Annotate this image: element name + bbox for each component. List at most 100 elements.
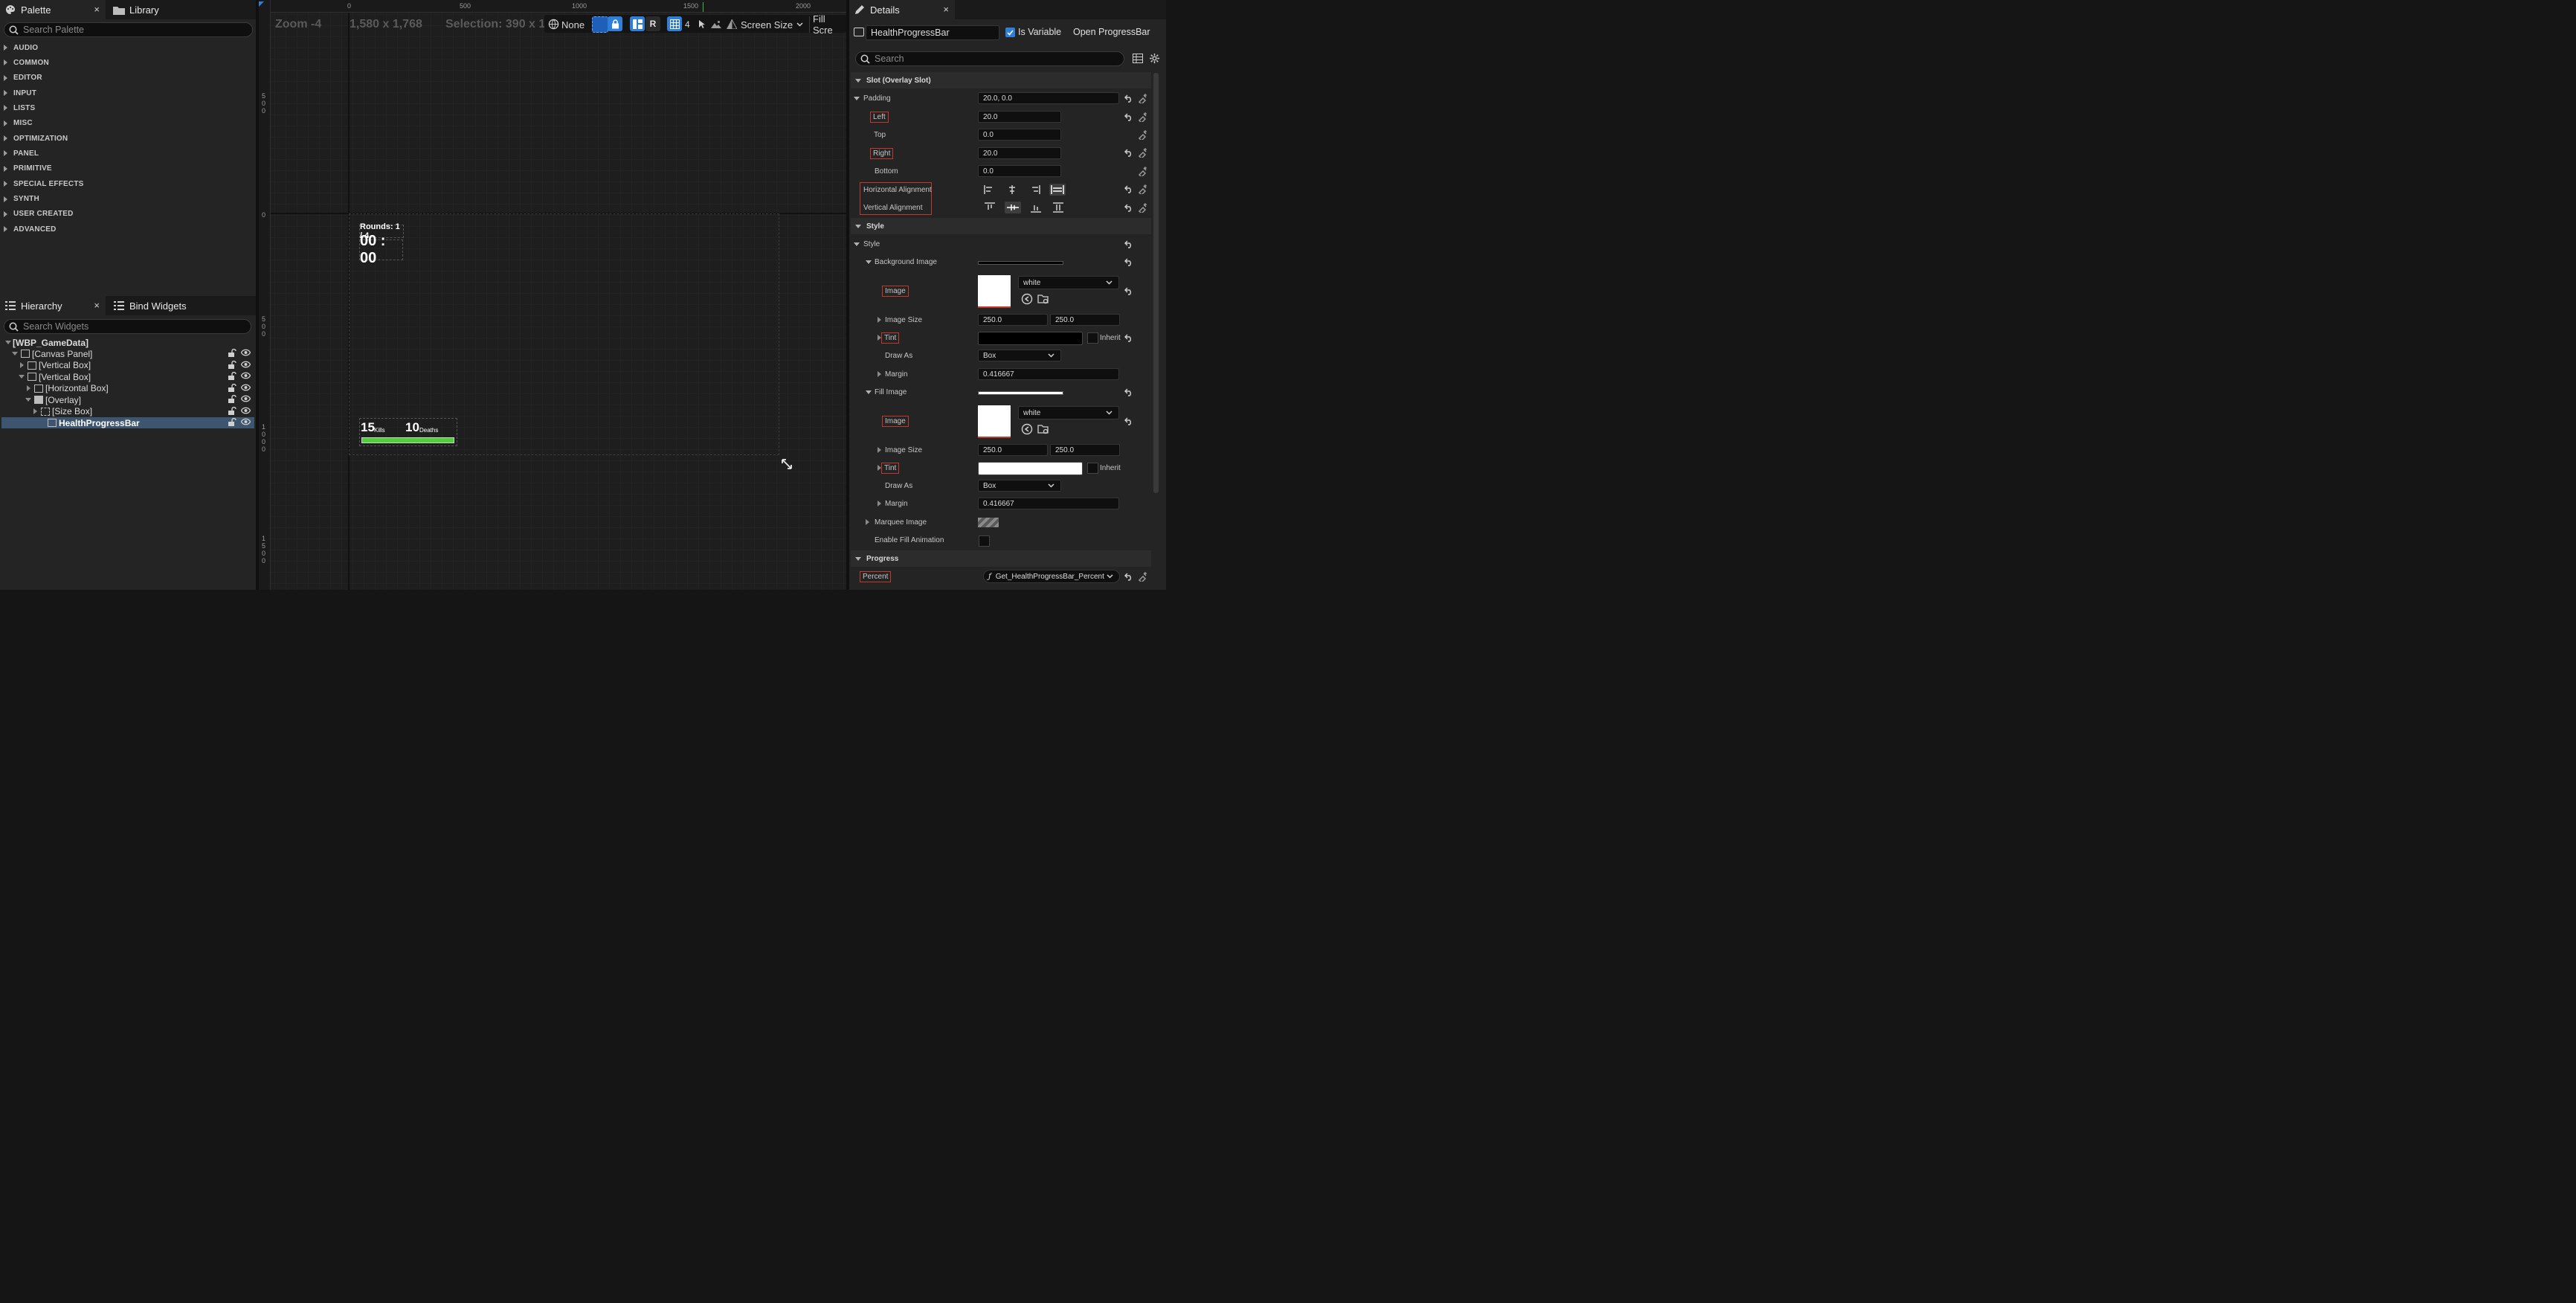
add-keyframe-icon[interactable] xyxy=(1138,184,1147,194)
palette-category[interactable]: INPUT xyxy=(0,86,256,100)
screen-size-dropdown[interactable]: Screen Size xyxy=(741,16,803,33)
bottom-field[interactable]: 0.0 xyxy=(978,165,1061,177)
bg-image-size-x[interactable]: 250.0 xyxy=(978,314,1048,326)
image-icon[interactable] xyxy=(709,16,724,31)
hierarchy-item[interactable]: [Overlay] xyxy=(24,394,255,405)
browse-asset-icon[interactable] xyxy=(1037,423,1049,435)
unlock-icon[interactable] xyxy=(228,372,236,381)
chevron-right-icon[interactable] xyxy=(24,385,33,392)
add-keyframe-icon[interactable] xyxy=(1138,167,1147,176)
designer-viewport[interactable]: 0 500 1000 1500 2000 500 0 500 1000 1500 Zoom -4… xyxy=(259,0,846,590)
align-right-icon[interactable] xyxy=(1027,184,1042,196)
reset-to-default-icon[interactable] xyxy=(1124,287,1133,295)
open-progressbar-link[interactable]: Open ProgressBar xyxy=(1073,27,1150,37)
gear-icon[interactable] xyxy=(1149,53,1160,66)
cursor-icon[interactable] xyxy=(695,16,709,31)
percent-binding-dropdown[interactable]: ƒ Get_HealthProgressBar_Percent xyxy=(983,570,1120,583)
details-search-input[interactable]: Search xyxy=(855,51,1124,66)
left-field[interactable]: 20.0 xyxy=(978,111,1061,123)
hierarchy-item[interactable]: [Vertical Box] xyxy=(17,360,255,371)
add-keyframe-icon[interactable] xyxy=(1138,130,1147,140)
chevron-down-icon[interactable] xyxy=(17,375,26,379)
unlock-icon[interactable] xyxy=(228,349,236,358)
eye-icon[interactable] xyxy=(241,407,251,414)
use-selected-icon[interactable] xyxy=(1021,293,1033,305)
fill-image-size-x[interactable]: 250.0 xyxy=(978,444,1048,456)
contrast-icon[interactable] xyxy=(724,16,739,31)
hierarchy-item[interactable]: HealthProgressBar xyxy=(37,417,255,428)
palette-category[interactable]: LISTS xyxy=(0,100,256,115)
reset-to-default-icon[interactable] xyxy=(1124,417,1133,425)
bg-margin-field[interactable]: 0.416667 xyxy=(978,368,1119,380)
palette-category[interactable]: MISC xyxy=(0,116,256,131)
browse-asset-icon[interactable] xyxy=(1037,293,1049,305)
hierarchy-item[interactable]: [Canvas Panel] xyxy=(10,348,255,359)
fill-draw-as-dropdown[interactable]: Box xyxy=(978,480,1061,492)
reset-to-default-icon[interactable] xyxy=(1124,113,1133,121)
reset-to-default-icon[interactable] xyxy=(1124,573,1133,581)
details-scrollbar[interactable] xyxy=(1153,73,1159,493)
bg-image-thumbnail[interactable] xyxy=(978,275,1011,308)
tab-bind-widgets[interactable]: Bind Widgets xyxy=(109,296,220,315)
unlock-icon[interactable] xyxy=(228,418,236,427)
use-selected-icon[interactable] xyxy=(1021,423,1033,435)
dashed-outline-icon[interactable] xyxy=(592,16,608,33)
is-variable-checkbox[interactable] xyxy=(1005,28,1015,37)
globe-icon[interactable] xyxy=(546,16,561,31)
hierarchy-item[interactable]: [Vertical Box] xyxy=(17,371,255,382)
tab-palette[interactable]: Palette × xyxy=(0,0,106,19)
palette-category[interactable]: OPTIMIZATION xyxy=(0,131,256,146)
eye-icon[interactable] xyxy=(241,349,251,356)
fill-tint-swatch[interactable] xyxy=(978,462,1083,475)
top-field[interactable]: 0.0 xyxy=(978,129,1061,141)
valign-top-icon[interactable] xyxy=(982,202,997,213)
enable-fill-animation-checkbox[interactable] xyxy=(979,535,990,547)
hierarchy-item[interactable]: [Horizontal Box] xyxy=(24,383,255,394)
fill-screen-dropdown[interactable]: Fill Scre xyxy=(809,13,846,36)
progress-section-header[interactable]: Progress xyxy=(851,550,1151,567)
palette-category[interactable]: USER CREATED xyxy=(0,207,256,222)
add-keyframe-icon[interactable] xyxy=(1138,203,1147,213)
localization-preview-value[interactable]: None xyxy=(561,16,585,33)
add-keyframe-icon[interactable] xyxy=(1138,148,1147,158)
eye-icon[interactable] xyxy=(241,361,251,368)
palette-category[interactable]: SYNTH xyxy=(0,192,256,207)
bg-inherit-checkbox[interactable] xyxy=(1087,332,1098,344)
unlock-icon[interactable] xyxy=(228,395,236,404)
slot-section-header[interactable]: Slot (Overlay Slot) xyxy=(851,72,1151,89)
bg-tint-swatch[interactable] xyxy=(978,332,1083,345)
chevron-down-icon[interactable] xyxy=(24,398,33,402)
add-keyframe-icon[interactable] xyxy=(1138,572,1147,582)
chevron-right-icon[interactable] xyxy=(30,408,39,415)
align-fill-icon[interactable] xyxy=(1049,184,1066,196)
palette-category[interactable]: PANEL xyxy=(0,146,256,161)
close-icon[interactable]: × xyxy=(94,300,100,311)
respect-locks-button[interactable]: R xyxy=(645,16,660,31)
add-keyframe-icon[interactable] xyxy=(1138,112,1147,122)
hierarchy-search-input[interactable]: Search Widgets xyxy=(4,319,251,334)
fill-margin-field[interactable]: 0.416667 xyxy=(978,498,1119,509)
unlock-icon[interactable] xyxy=(228,406,236,415)
close-icon[interactable]: × xyxy=(943,4,949,15)
timer-text[interactable]: 00 : 00 xyxy=(359,233,403,266)
fill-image-thumbnail[interactable] xyxy=(978,405,1011,438)
reset-to-default-icon[interactable] xyxy=(1124,258,1133,266)
reset-to-default-icon[interactable] xyxy=(1124,94,1133,103)
palette-category[interactable]: PRIMITIVE xyxy=(0,161,256,176)
eye-icon[interactable] xyxy=(241,418,251,425)
bg-draw-as-dropdown[interactable]: Box xyxy=(978,350,1061,361)
palette-category[interactable]: COMMON xyxy=(0,55,256,70)
padding-field[interactable]: 20.0, 0.0 xyxy=(978,92,1119,104)
reset-to-default-icon[interactable] xyxy=(1124,334,1133,342)
hierarchy-item[interactable]: [WBP_GameData] xyxy=(4,337,255,348)
palette-category[interactable]: EDITOR xyxy=(0,71,256,86)
reset-to-default-icon[interactable] xyxy=(1124,149,1133,157)
fill-image-size-y[interactable]: 250.0 xyxy=(1050,444,1120,456)
align-left-icon[interactable] xyxy=(982,184,997,196)
widget-name-input[interactable]: HealthProgressBar xyxy=(866,25,999,40)
unlock-icon[interactable] xyxy=(228,383,236,392)
palette-category[interactable]: AUDIO xyxy=(0,40,256,55)
fill-inherit-checkbox[interactable] xyxy=(1087,463,1098,474)
eye-icon[interactable] xyxy=(241,384,251,391)
layout-icon[interactable] xyxy=(630,16,645,31)
